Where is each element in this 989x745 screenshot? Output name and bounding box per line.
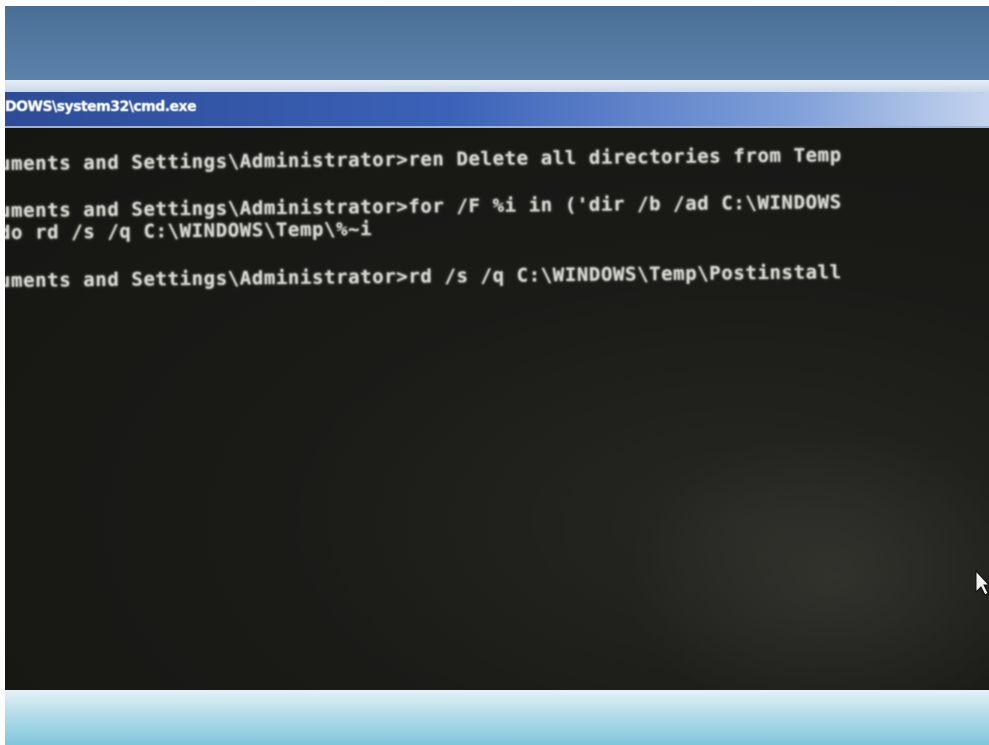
console-line: uments and Settings\Administrator>ren De… (5, 144, 842, 175)
monitor-photo: DOWS\system32\cmd.exe uments and Setting… (5, 6, 989, 745)
window-title: DOWS\system32\cmd.exe (5, 99, 197, 115)
taskbar-area (5, 690, 989, 745)
title-bar[interactable]: DOWS\system32\cmd.exe (5, 92, 989, 128)
console-line: do rd /s /q C:\WINDOWS\Temp\%~i (5, 218, 373, 244)
desktop-background (5, 6, 989, 80)
window-frame (5, 80, 989, 92)
console-area[interactable]: uments and Settings\Administrator>ren De… (5, 128, 989, 690)
mouse-pointer-icon (975, 570, 989, 596)
console-line: uments and Settings\Administrator>for /F… (5, 191, 842, 222)
screen-glare (625, 428, 989, 690)
console-line: uments and Settings\Administrator>rd /s … (5, 261, 842, 292)
